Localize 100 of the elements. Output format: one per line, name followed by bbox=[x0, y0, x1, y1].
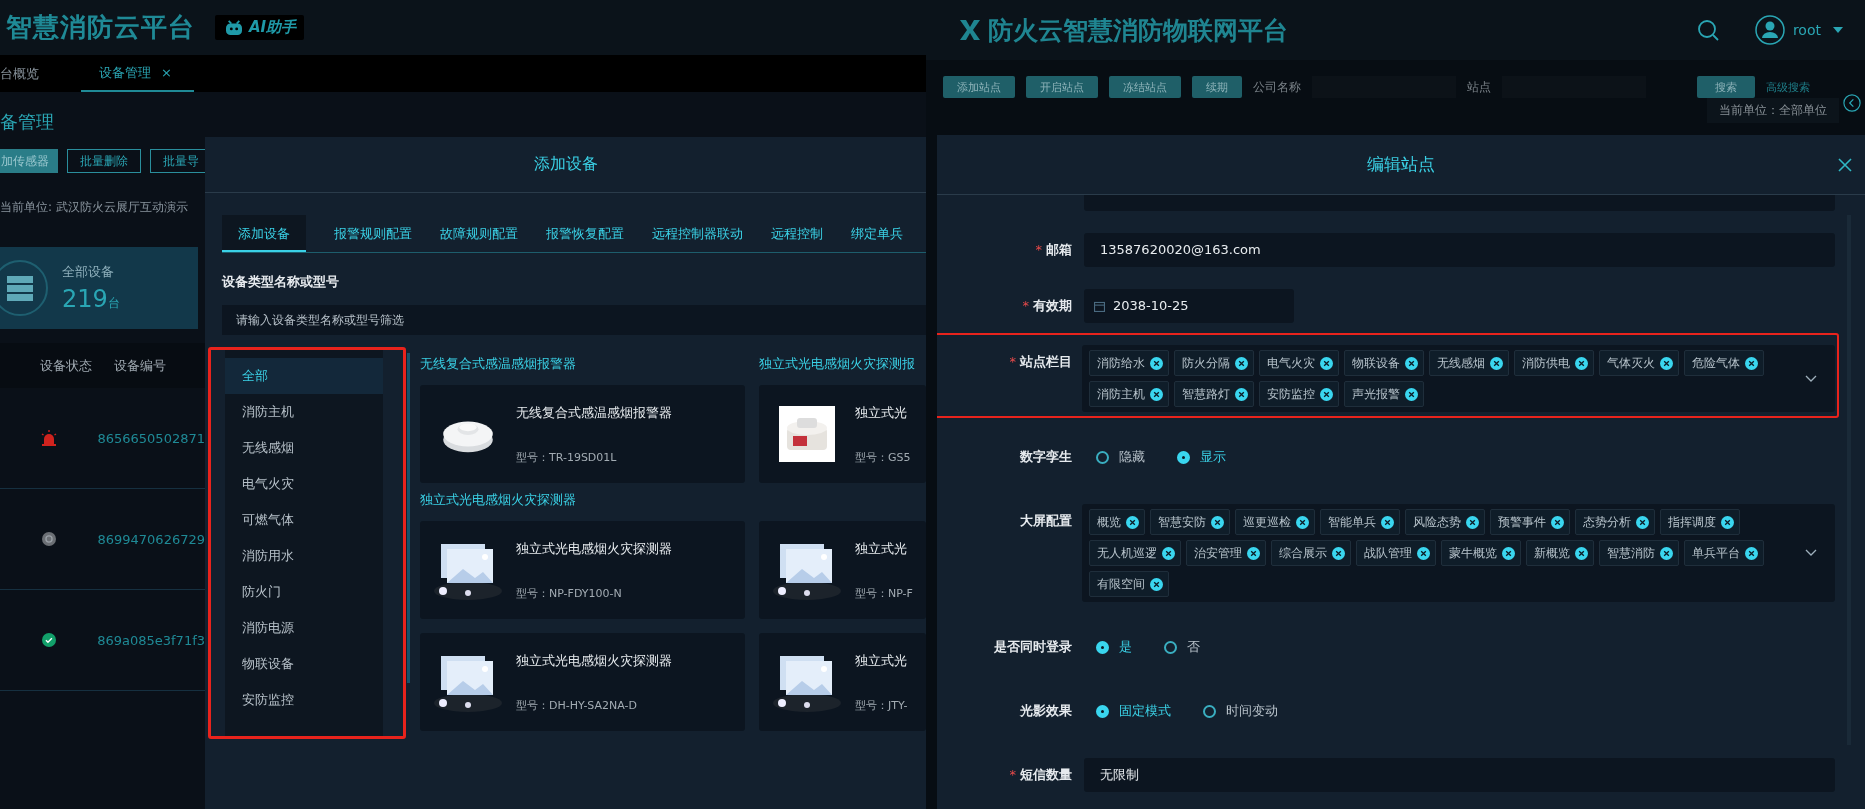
tag-chip[interactable]: 物联设备 bbox=[1344, 350, 1424, 376]
device-id-link[interactable]: 869a085e3f71f3 bbox=[97, 632, 205, 648]
advanced-search-link[interactable]: 高级搜索 bbox=[1766, 79, 1810, 95]
tag-chip[interactable]: 电气火灾 bbox=[1259, 350, 1339, 376]
clear-icon[interactable] bbox=[1660, 546, 1673, 560]
tag-chip[interactable]: 单兵平台 bbox=[1684, 540, 1764, 566]
tag-chip[interactable]: 无线感烟 bbox=[1429, 350, 1509, 376]
category-item[interactable]: 全部 bbox=[225, 358, 383, 394]
input-field[interactable]: 13587620020@163.com bbox=[1084, 233, 1835, 267]
clear-icon[interactable] bbox=[1466, 515, 1479, 529]
tag-chip[interactable]: 新概览 bbox=[1526, 540, 1594, 566]
page-tab[interactable]: 设备管理 × bbox=[81, 55, 194, 92]
clear-icon[interactable] bbox=[1162, 546, 1175, 560]
tag-chip[interactable]: 蒙牛概览 bbox=[1441, 540, 1521, 566]
clear-icon[interactable] bbox=[1551, 515, 1564, 529]
toolbar-button[interactable]: 批量删除 bbox=[67, 149, 141, 173]
dialog-tab[interactable]: 故障规则配置 bbox=[440, 215, 518, 252]
device-card[interactable]: 独立式光 型号：GS5 bbox=[759, 385, 926, 483]
tag-chip[interactable]: 综合展示 bbox=[1271, 540, 1351, 566]
clear-icon[interactable] bbox=[1235, 356, 1248, 370]
dialog-tab[interactable]: 远程控制器联动 bbox=[652, 215, 743, 252]
dialog-tab[interactable]: 添加设备 bbox=[222, 215, 306, 252]
category-item[interactable]: 防火门 bbox=[225, 574, 383, 610]
tag-chip[interactable]: 消防给水 bbox=[1089, 350, 1169, 376]
clear-icon[interactable] bbox=[1381, 515, 1394, 529]
tag-chip[interactable]: 治安管理 bbox=[1186, 540, 1266, 566]
tag-chip[interactable]: 态势分析 bbox=[1575, 509, 1655, 535]
device-id-link[interactable]: 8699470626729 bbox=[97, 531, 205, 547]
device-card[interactable]: 无线复合式感温感烟报警器 型号：TR-19SD01L bbox=[420, 385, 745, 483]
tag-chip[interactable]: 防火分隔 bbox=[1174, 350, 1254, 376]
clear-icon[interactable] bbox=[1575, 546, 1588, 560]
clear-icon[interactable] bbox=[1745, 356, 1758, 370]
tag-chip[interactable]: 消防主机 bbox=[1089, 381, 1169, 407]
input-field[interactable]: 无限制 bbox=[1084, 758, 1835, 792]
category-item[interactable]: 消防主机 bbox=[225, 394, 383, 430]
tag-select-field[interactable]: 消防给水 防火分隔 电气火灾 物联设备 无线感烟 消防供电 气体灭火 危险气体 消防主机 智慧路灯 安防监控 声光报警 bbox=[1082, 345, 1835, 412]
tag-chip[interactable]: 无人机巡逻 bbox=[1089, 540, 1181, 566]
clear-icon[interactable] bbox=[1660, 356, 1673, 370]
clear-icon[interactable] bbox=[1405, 356, 1418, 370]
clear-icon[interactable] bbox=[1332, 546, 1345, 560]
tag-chip[interactable]: 声光报警 bbox=[1344, 381, 1424, 407]
device-card[interactable]: 独立式光 型号：JTY- bbox=[759, 633, 926, 731]
tag-chip[interactable]: 危险气体 bbox=[1684, 350, 1764, 376]
clear-icon[interactable] bbox=[1235, 387, 1248, 401]
clear-icon[interactable] bbox=[1636, 515, 1649, 529]
date-field[interactable]: 2038-10-25 bbox=[1084, 289, 1294, 323]
clear-icon[interactable] bbox=[1575, 356, 1588, 370]
dialog-tab[interactable]: 远程控制 bbox=[771, 215, 823, 252]
radio-option[interactable]: 固定模式 bbox=[1096, 702, 1171, 720]
clear-icon[interactable] bbox=[1320, 387, 1333, 401]
clear-icon[interactable] bbox=[1247, 546, 1260, 560]
tag-chip[interactable]: 风险态势 bbox=[1405, 509, 1485, 535]
clear-icon[interactable] bbox=[1211, 515, 1224, 529]
tag-chip[interactable]: 指挥调度 bbox=[1660, 509, 1740, 535]
clear-icon[interactable] bbox=[1502, 546, 1515, 560]
page-tab[interactable]: 台概览 bbox=[0, 55, 59, 92]
category-item[interactable]: 安防监控 bbox=[225, 682, 383, 718]
clear-icon[interactable] bbox=[1490, 356, 1503, 370]
radio-option[interactable]: 否 bbox=[1164, 638, 1200, 656]
tag-chip[interactable]: 战队管理 bbox=[1356, 540, 1436, 566]
tag-chip[interactable]: 智慧消防 bbox=[1599, 540, 1679, 566]
clear-icon[interactable] bbox=[1417, 546, 1430, 560]
clear-icon[interactable] bbox=[1150, 356, 1163, 370]
category-item[interactable]: 可燃气体 bbox=[225, 502, 383, 538]
category-item[interactable]: 消防用水 bbox=[225, 538, 383, 574]
search-icon[interactable] bbox=[1696, 19, 1719, 41]
category-item[interactable]: 无线感烟 bbox=[225, 430, 383, 466]
tag-chip[interactable]: 气体灭火 bbox=[1599, 350, 1679, 376]
clear-icon[interactable] bbox=[1721, 515, 1734, 529]
tag-chip[interactable]: 预警事件 bbox=[1490, 509, 1570, 535]
clear-icon[interactable] bbox=[1126, 515, 1139, 529]
caret-icon[interactable] bbox=[1833, 27, 1843, 33]
clear-icon[interactable] bbox=[1405, 387, 1418, 401]
device-card[interactable]: 独立式光电感烟火灾探测器 型号：DH-HY-SA2NA-D bbox=[420, 633, 745, 731]
device-card[interactable]: 独立式光 型号：NP-F bbox=[759, 521, 926, 619]
dialog-tab[interactable]: 报警恢复配置 bbox=[546, 215, 624, 252]
clear-icon[interactable] bbox=[1150, 387, 1163, 401]
dialog-tab[interactable]: 绑定单兵 bbox=[851, 215, 903, 252]
tag-chip[interactable]: 智能单兵 bbox=[1320, 509, 1400, 535]
tag-chip[interactable]: 巡更巡检 bbox=[1235, 509, 1315, 535]
filter-field[interactable]: 请输入设备类型名称或型号筛选 bbox=[222, 305, 926, 335]
radio-option[interactable]: 是 bbox=[1096, 638, 1132, 656]
clear-icon[interactable] bbox=[1150, 577, 1163, 591]
tag-chip[interactable]: 有限空间 bbox=[1089, 571, 1169, 597]
radio-option[interactable]: 显示 bbox=[1177, 448, 1226, 466]
clear-icon[interactable] bbox=[1320, 356, 1333, 370]
close-icon[interactable] bbox=[1837, 157, 1853, 173]
clear-icon[interactable] bbox=[1296, 515, 1309, 529]
chevron-down-icon[interactable] bbox=[1805, 374, 1817, 383]
user-name[interactable]: root bbox=[1792, 22, 1821, 38]
tag-chip[interactable]: 智慧安防 bbox=[1150, 509, 1230, 535]
device-card[interactable]: 独立式光电感烟火灾探测器 型号：NP-FDY100-N bbox=[420, 521, 745, 619]
clear-icon[interactable] bbox=[1745, 546, 1758, 560]
dialog-tab[interactable]: 报警规则配置 bbox=[334, 215, 412, 252]
tag-chip[interactable]: 智慧路灯 bbox=[1174, 381, 1254, 407]
tag-chip[interactable]: 消防供电 bbox=[1514, 350, 1594, 376]
radio-option[interactable]: 隐藏 bbox=[1096, 448, 1145, 466]
ai-assistant-button[interactable]: AI助手 bbox=[215, 15, 305, 40]
device-id-link[interactable]: 8656650502871 bbox=[97, 430, 205, 446]
radio-option[interactable]: 时间变动 bbox=[1203, 702, 1278, 720]
